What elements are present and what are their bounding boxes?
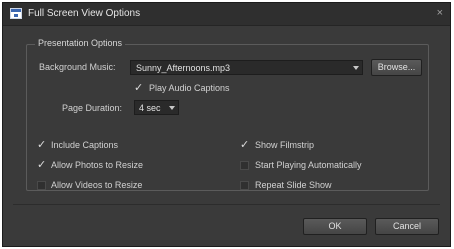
allow-videos-resize-label: Allow Videos to Resize <box>51 180 143 190</box>
ok-button[interactable]: OK <box>303 218 367 235</box>
page-duration-label: Page Duration: <box>62 103 123 113</box>
repeat-slide-show-label: Repeat Slide Show <box>255 180 332 190</box>
window-title: Full Screen View Options <box>28 8 141 19</box>
page-duration-select[interactable]: 4 sec <box>134 100 179 115</box>
start-playing-automatically-label: Start Playing Automatically <box>255 160 362 170</box>
full-screen-view-options-dialog: Full Screen View Options × Presentation … <box>2 2 451 247</box>
allow-videos-resize-checkbox[interactable] <box>37 181 46 190</box>
chevron-down-icon[interactable] <box>166 101 178 114</box>
background-music-value: Sunny_Afternoons.mp3 <box>136 63 231 73</box>
start-playing-automatically-checkbox[interactable] <box>240 161 249 170</box>
footer-divider <box>13 204 440 205</box>
chevron-down-icon[interactable] <box>350 61 362 74</box>
browse-button[interactable]: Browse... <box>371 59 422 76</box>
show-filmstrip-checkbox[interactable] <box>240 138 249 151</box>
show-filmstrip-label: Show Filmstrip <box>255 140 315 150</box>
play-audio-captions-checkbox[interactable] <box>134 81 143 94</box>
repeat-slide-show-checkbox[interactable] <box>240 181 249 190</box>
background-music-label: Background Music: <box>39 62 116 72</box>
play-audio-captions-label: Play Audio Captions <box>149 83 230 93</box>
close-icon[interactable]: × <box>437 7 443 19</box>
allow-photos-resize-checkbox[interactable] <box>37 158 46 171</box>
allow-photos-resize-label: Allow Photos to Resize <box>51 160 144 170</box>
group-title: Presentation Options <box>35 38 126 48</box>
cancel-button[interactable]: Cancel <box>375 218 439 235</box>
include-captions-checkbox[interactable] <box>37 138 46 151</box>
title-bar[interactable]: Full Screen View Options × <box>3 3 450 26</box>
page-duration-value: 4 sec <box>139 103 161 113</box>
include-captions-label: Include Captions <box>51 140 119 150</box>
slideshow-window-icon <box>10 8 22 19</box>
background-music-dropdown[interactable]: Sunny_Afternoons.mp3 <box>130 60 363 75</box>
